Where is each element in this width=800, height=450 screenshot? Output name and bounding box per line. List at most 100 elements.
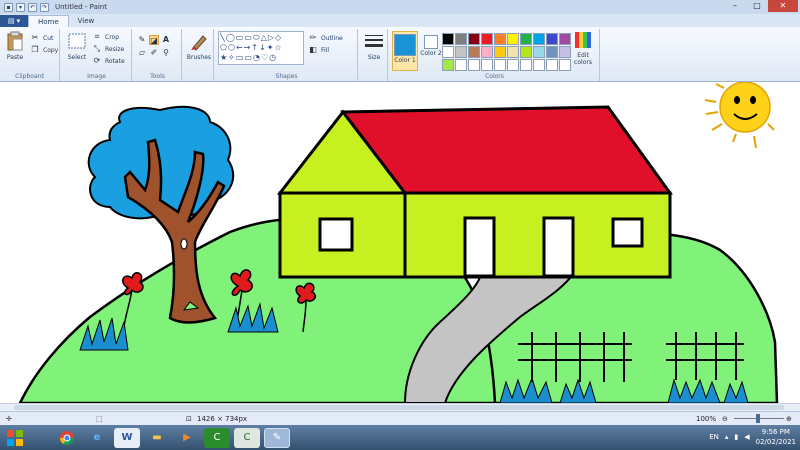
palette-swatch[interactable] [533,46,545,58]
camtasia-taskbar-button[interactable]: C [204,427,230,448]
brushes-group[interactable]: Brushes [184,29,214,81]
undo-icon[interactable]: ↶ [28,2,37,12]
palette-swatch[interactable] [533,33,545,45]
word-icon: W [121,432,133,443]
palette-swatch[interactable] [468,33,480,45]
outline-label: Outline [321,34,343,42]
resize-button[interactable]: ⤡ Resize [92,44,124,54]
word-taskbar-button[interactable]: W [114,427,140,448]
palette-swatch[interactable] [442,59,454,71]
drawing-canvas[interactable] [0,82,800,403]
scrollbar-thumb[interactable] [14,405,784,410]
palette-swatch[interactable] [442,33,454,45]
palette-swatch[interactable] [520,33,532,45]
ie-taskbar-button[interactable]: e [84,428,110,448]
network-icon[interactable]: ▮ [734,432,738,442]
edit-colors-button[interactable]: Edit colors [570,31,596,66]
start-button[interactable] [0,428,30,448]
volume-icon[interactable]: ◀ [744,432,749,442]
redo-icon[interactable]: ↷ [40,2,49,12]
edit-colors-label: Edit colors [574,52,592,66]
palette-swatch[interactable] [442,46,454,58]
brushes-label: Brushes [186,54,212,61]
eraser-icon[interactable]: ▱ [137,48,147,58]
copy-button[interactable]: ❐ Copy [30,45,58,55]
zoom-slider-thumb[interactable] [756,414,760,423]
crop-icon: ⌗ [94,32,100,41]
palette-swatch[interactable] [520,59,532,71]
fill-bucket-icon[interactable]: ◪ [149,35,159,45]
canvas-size-icon: ⊡ [186,414,192,423]
palette-swatch[interactable] [546,46,558,58]
palette-swatch[interactable] [455,33,467,45]
color-picker-icon[interactable]: ✐ [149,48,159,58]
palette-swatch[interactable] [481,46,493,58]
palette-swatch[interactable] [455,59,467,71]
palette-swatch[interactable] [507,46,519,58]
color-2-button[interactable]: Color 2 [420,31,442,71]
save-icon[interactable]: ▾ [16,2,25,12]
size-group[interactable]: Size [360,29,388,81]
folder-icon: ▬ [152,432,162,443]
palette-swatch[interactable] [520,46,532,58]
internet-explorer-icon: e [93,432,101,443]
zoom-out-button[interactable]: ⊖ [722,415,728,423]
house-window-right [611,217,644,248]
crop-label: Crop [105,33,120,41]
image-group: Select ⌗ Crop ⤡ Resize ⟳ Rotate Image [62,29,132,81]
palette-swatch[interactable] [546,33,558,45]
select-button[interactable]: Select [64,31,90,61]
palette-swatch[interactable] [494,46,506,58]
pencil-icon[interactable]: ✎ [137,35,147,45]
clock-time[interactable]: 9:56 PM [756,427,796,437]
crop-button[interactable]: ⌗ Crop [92,32,119,42]
canvas-dimensions: 1426 × 734px [197,414,248,423]
outline-button[interactable]: ✏ Outline [308,33,343,43]
color-1-button[interactable]: Color 1 [392,31,418,71]
rotate-button[interactable]: ⟳ Rotate [92,56,125,66]
cut-button[interactable]: ✂ Cut [30,33,54,43]
fill-button[interactable]: ◧ Fill [308,45,329,55]
camtasia-recorder-taskbar-button[interactable]: C [234,427,260,448]
fill-label: Fill [321,46,330,54]
palette-swatch[interactable] [533,59,545,71]
chrome-taskbar-button[interactable] [54,428,80,448]
paste-button[interactable]: Paste [4,31,26,61]
palette-swatch[interactable] [455,46,467,58]
language-indicator[interactable]: EN [709,432,719,442]
palette-swatch[interactable] [481,33,493,45]
paint-taskbar-button[interactable]: ✎ [264,427,290,448]
maximize-button[interactable]: □ [746,0,768,12]
close-button[interactable]: ✕ [768,0,798,12]
tray-arrow-icon[interactable]: ▴ [725,432,729,442]
minimize-button[interactable]: – [724,0,746,12]
clock-date[interactable]: 02/02/2021 [756,437,796,447]
palette-swatch[interactable] [468,46,480,58]
paint-app-icon[interactable]: ▪ [4,2,13,12]
file-menu-button[interactable]: ▤ ▾ [0,15,28,27]
tab-home[interactable]: Home [28,15,69,27]
shapes-gallery[interactable]: ╲◯▭▭⬭△▷◇ ⬠⬡←→↑↓✦☆ ★✧▭▭◔♡◷ [218,31,304,65]
color-1-swatch [394,34,416,56]
zoom-in-button[interactable]: ⊕ [786,415,792,423]
palette-swatch[interactable] [481,59,493,71]
palette-swatch[interactable] [546,59,558,71]
explorer-taskbar-button[interactable]: ▬ [144,428,170,448]
status-bar: ✛ ⬚ ⊡ 1426 × 734px 100% ⊖ ⊕ [0,411,800,425]
outline-icon: ✏ [309,33,317,42]
zoom-level: 100% [696,414,717,423]
horizontal-scrollbar[interactable] [0,403,800,411]
text-tool-icon[interactable]: A [161,35,171,45]
selection-size-icon: ⬚ [96,414,103,423]
tab-view[interactable]: View [69,15,104,27]
rotate-label: Rotate [105,57,125,65]
system-tray: EN ▴ ▮ ◀ 9:56 PM 02/02/2021 [709,427,796,447]
image-group-label: Image [87,73,106,80]
palette-swatch[interactable] [507,59,519,71]
media-player-taskbar-button[interactable]: ▶ [174,428,200,448]
palette-swatch[interactable] [507,33,519,45]
magnifier-icon[interactable]: ⚲ [161,48,171,58]
palette-swatch[interactable] [494,59,506,71]
palette-swatch[interactable] [494,33,506,45]
palette-swatch[interactable] [468,59,480,71]
